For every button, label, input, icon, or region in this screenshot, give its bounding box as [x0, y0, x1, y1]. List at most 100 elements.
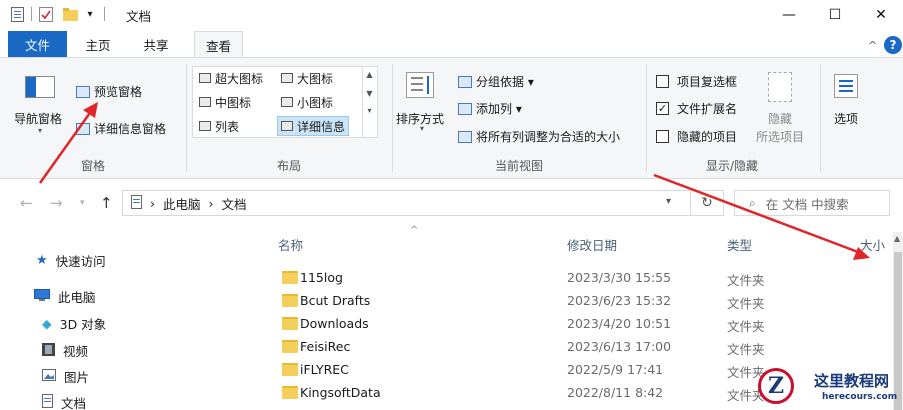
nav-3d-objects[interactable]: ◆ 3D 对象 — [42, 314, 106, 333]
nav-this-pc[interactable]: 此电脑 — [34, 287, 96, 306]
file-name: Bcut Drafts — [300, 293, 371, 308]
minimize-button[interactable]: — — [766, 0, 812, 30]
details-icon — [281, 121, 293, 131]
nav-label: 此电脑 — [58, 290, 96, 305]
scroll-down-icon[interactable]: ▼ — [363, 89, 376, 98]
nav-videos[interactable]: 视频 — [42, 341, 88, 360]
breadcrumb-this-pc[interactable]: 此电脑 — [163, 194, 201, 213]
layout-details[interactable]: 详细信息 — [277, 116, 350, 136]
watermark-title: 这里教程网 — [814, 372, 890, 390]
file-date: 2023/3/30 15:55 — [567, 270, 672, 285]
close-button[interactable]: ✕ — [858, 0, 903, 30]
tab-home[interactable]: 主页 — [76, 31, 120, 57]
scroll-up-icon[interactable]: ▲ — [894, 234, 900, 243]
checkbox[interactable] — [656, 130, 669, 143]
add-column-button[interactable]: 添加列 ▾ — [458, 100, 522, 117]
checkbox-checked[interactable]: ✓ — [656, 102, 669, 115]
search-box[interactable]: ⌕ 在 文档 中搜索 — [734, 190, 890, 216]
folder-icon — [282, 271, 298, 284]
group-label-current-view: 当前视图 — [494, 159, 543, 173]
hidden-items-toggle[interactable]: 隐藏的项目 — [656, 128, 737, 145]
tab-view[interactable]: 查看 — [194, 31, 243, 58]
layout-label: 小图标 — [297, 95, 334, 110]
nav-label: 文档 — [61, 396, 87, 410]
hide-selected-label: 隐藏 — [768, 112, 793, 126]
layout-extra-large-icons[interactable]: 超大图标 — [199, 68, 263, 88]
documents-location-icon — [131, 194, 142, 212]
layout-scroll[interactable]: ▲ ▼ ▾ — [362, 66, 376, 138]
nav-pictures[interactable]: 图片 — [42, 367, 89, 386]
layout-large-icons[interactable]: 大图标 — [281, 68, 333, 88]
sort-by-icon[interactable] — [406, 72, 434, 98]
cube-icon: ◆ — [42, 316, 52, 331]
layout-label: 列表 — [215, 119, 240, 134]
file-type: 文件夹 — [727, 319, 765, 334]
address-dropdown-icon[interactable]: ▾ — [666, 196, 671, 207]
chevron-down-icon[interactable]: ▾ — [420, 124, 424, 133]
breadcrumb-separator[interactable]: › — [150, 196, 155, 211]
title-divider — [104, 7, 105, 21]
title-bar: ▾ 文档 — ☐ ✕ — [0, 0, 903, 30]
list-icon — [199, 121, 211, 131]
computer-icon — [34, 288, 50, 305]
nav-label: 图片 — [64, 370, 90, 385]
recent-locations-icon[interactable]: ▾ — [80, 198, 85, 208]
nav-documents[interactable]: 文档 — [42, 393, 86, 410]
refresh-icon[interactable]: ↻ — [690, 190, 724, 216]
scroll-up-icon[interactable]: ▲ — [363, 70, 376, 79]
column-header-name[interactable]: 名称 — [278, 235, 303, 254]
up-arrow-icon[interactable]: ↑ — [100, 194, 113, 212]
help-icon[interactable]: ? — [884, 36, 902, 54]
column-header-date[interactable]: 修改日期 — [567, 235, 617, 254]
checkbox[interactable] — [656, 75, 669, 88]
folder-window-icon[interactable] — [10, 6, 24, 22]
layout-label: 大图标 — [297, 71, 334, 86]
layout-list[interactable]: 列表 — [199, 116, 239, 136]
table-row[interactable]: FeisiRec 2023/6/13 17:00 文件夹 — [270, 336, 860, 359]
file-type: 文件夹 — [727, 342, 765, 357]
file-name: 115log — [300, 270, 343, 285]
address-bar[interactable]: › 此电脑 › 文档 — [122, 190, 724, 216]
tab-file[interactable]: 文件 — [8, 31, 67, 57]
qat-divider — [31, 7, 32, 21]
file-name: Downloads — [300, 316, 369, 331]
collapse-ribbon-icon[interactable]: ^ — [868, 39, 877, 52]
folder-icon — [282, 340, 298, 353]
item-checkboxes-toggle[interactable]: 项目复选框 — [656, 73, 737, 90]
layout-small-icons[interactable]: 小图标 — [281, 92, 333, 112]
window-title: 文档 — [126, 9, 152, 24]
new-folder-icon[interactable] — [62, 6, 78, 22]
file-extensions-label: 文件扩展名 — [677, 102, 738, 116]
table-row[interactable]: Downloads 2023/4/20 10:51 文件夹 — [270, 313, 860, 336]
layout-label: 中图标 — [215, 95, 252, 110]
nav-quick-access[interactable]: ★ 快速访问 — [36, 251, 106, 270]
folder-icon — [282, 294, 298, 307]
file-date: 2023/6/23 15:32 — [567, 293, 672, 308]
fit-columns-label: 将所有列调整为合适的大小 — [476, 130, 621, 144]
maximize-button[interactable]: ☐ — [812, 0, 858, 30]
table-row[interactable]: Bcut Drafts 2023/6/23 15:32 文件夹 — [270, 290, 860, 313]
sort-ascending-icon: ^ — [410, 225, 419, 236]
column-header-type[interactable]: 类型 — [727, 235, 752, 254]
large-icons-icon — [281, 73, 293, 83]
layout-medium-icons[interactable]: 中图标 — [199, 92, 251, 112]
options-icon[interactable] — [834, 74, 858, 98]
group-by-button[interactable]: 分组依据 ▾ — [458, 73, 534, 90]
fit-columns-button[interactable]: 将所有列调整为合适的大小 — [458, 128, 620, 145]
breadcrumb-documents[interactable]: 文档 — [222, 194, 247, 213]
properties-icon[interactable] — [38, 6, 54, 22]
expand-gallery-icon[interactable]: ▾ — [363, 106, 376, 115]
file-name: KingsoftData — [300, 385, 381, 400]
back-arrow-icon[interactable]: ← — [20, 194, 33, 212]
breadcrumb-separator[interactable]: › — [209, 196, 214, 211]
qat-customize-icon[interactable]: ▾ — [84, 6, 96, 22]
file-extensions-toggle[interactable]: ✓ 文件扩展名 — [656, 100, 737, 117]
options-button[interactable]: 选项 — [834, 110, 858, 127]
table-row[interactable]: 115log 2023/3/30 15:55 文件夹 — [270, 267, 860, 290]
file-name: FeisiRec — [300, 339, 351, 354]
watermark-logo: Z — [758, 368, 794, 404]
tab-share[interactable]: 共享 — [134, 31, 178, 57]
forward-arrow-icon[interactable]: → — [50, 194, 63, 212]
medium-icons-icon — [199, 97, 211, 107]
column-header-size[interactable]: 大小 — [860, 235, 885, 254]
